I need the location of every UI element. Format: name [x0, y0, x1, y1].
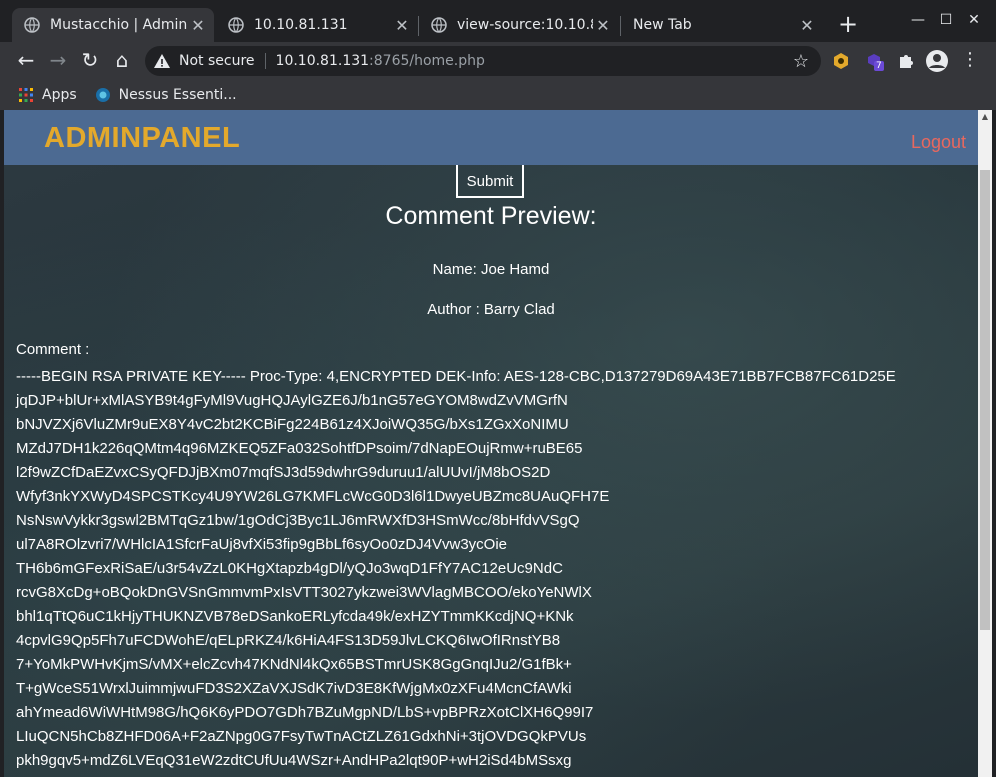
comment-line: rcvG8XcDg+oBQokDnGVSnGmmvmPxIsVTT3027ykz… [16, 584, 592, 601]
window-close-icon[interactable]: ✕ [964, 10, 984, 30]
close-tab-icon[interactable]: ✕ [188, 16, 208, 35]
comment-body: -----BEGIN RSA PRIVATE KEY----- Proc-Typ… [16, 365, 896, 773]
profile-avatar-icon[interactable] [926, 50, 948, 72]
preview-name: Name: Joe Hamd [432, 261, 550, 278]
logout-link[interactable]: Logout [911, 132, 966, 153]
comment-line: NsNswVykkr3gswl2BMTqGz1bw/1gOdCj3Byc1LJ6… [16, 512, 580, 529]
tab-title: Mustacchio | Admin P [50, 17, 188, 33]
nessus-icon [95, 88, 110, 102]
page-viewport: Submit ADMINPANEL Logout Comment Preview… [4, 110, 978, 777]
extension-badge-icon[interactable]: 7 [864, 51, 884, 71]
globe-icon [431, 17, 447, 33]
puzzle-icon[interactable] [896, 51, 916, 71]
menu-kebab-icon[interactable]: ⋮ [958, 49, 982, 73]
bookmark-label: Apps [42, 87, 77, 103]
comment-line: -----BEGIN RSA PRIVATE KEY----- Proc-Typ… [16, 368, 896, 385]
comment-line: bNJVZXj6VluZMr9uEX8Y4vC2bt2KCBiFg224B61z… [16, 416, 569, 433]
tab-view-source[interactable]: view-source:10.10.81 ✕ [419, 8, 619, 42]
apps-grid-icon [19, 88, 33, 102]
tab-admin-panel[interactable]: Mustacchio | Admin P ✕ [12, 8, 214, 42]
tab-bar: Mustacchio | Admin P ✕ 10.10.81.131 ✕ vi… [0, 0, 996, 42]
comment-line: jqDJP+blUr+xMlASYB9t4gFyMl9VugHQJAylGZE6… [16, 392, 568, 409]
close-tab-icon[interactable]: ✕ [392, 16, 412, 35]
reload-icon[interactable]: ↻ [78, 49, 102, 73]
comment-line: pkh9gqv5+mdZ6LVEqQ31eW2zdtCUfUu4WSzr+And… [16, 752, 572, 769]
tab-title: 10.10.81.131 [254, 17, 348, 33]
comment-line: T+gWceS51WrxlJuimmjwuFD3S2XZaVXJSdK7ivD3… [16, 680, 572, 697]
scrollbar-thumb[interactable] [980, 170, 990, 630]
bookmark-label: Nessus Essenti... [118, 87, 237, 103]
scroll-up-arrow-icon[interactable]: ▲ [978, 110, 992, 124]
page-scrollbar[interactable]: ▲ [978, 110, 992, 777]
warning-icon[interactable] [153, 52, 171, 70]
minimize-icon[interactable]: — [908, 10, 928, 30]
bookmark-nessus[interactable]: Nessus Essenti... [95, 87, 237, 103]
tab-title: view-source:10.10.81 [457, 17, 593, 33]
comment-line: TH6b6mGFexRiSaE/u3r54vZzL0KHgXtapzb4gDl/… [16, 560, 563, 577]
globe-icon [24, 17, 40, 33]
comment-line: Wfyf3nkYXWyD4SPCSTKcy4U9YW26LG7KMFLcWcG0… [16, 488, 610, 505]
comment-preview-heading: Comment Preview: [385, 202, 597, 230]
comment-line: LIuQCN5hCb8ZHFD06A+F2aZNpg0G7FsyTwTnACtZ… [16, 728, 587, 745]
comment-line: ul7A8ROlzvri7/WHlcIA1SfcrFaUj8vfXi53fip9… [16, 536, 508, 553]
tab-title: New Tab [633, 17, 692, 33]
tab-ip[interactable]: 10.10.81.131 ✕ [216, 8, 418, 42]
extension-hexagon-icon[interactable] [831, 51, 851, 71]
bookmark-star-icon[interactable]: ☆ [793, 51, 809, 72]
admin-navbar: ADMINPANEL Logout [4, 110, 978, 165]
bookmark-apps[interactable]: Apps [18, 87, 77, 103]
url-host: 10.10.81.131 [275, 53, 370, 69]
window-edge [992, 110, 996, 777]
forward-arrow-icon[interactable]: → [46, 49, 70, 73]
close-tab-icon[interactable]: ✕ [797, 16, 817, 35]
browser-toolbar: ← → ↻ ⌂ Not secure 10.10.81.131 :8765/ho… [0, 42, 996, 80]
home-icon[interactable]: ⌂ [110, 49, 134, 73]
comment-line: MZdJ7DH1k226qQMtm4q96MZKEQ5ZFa032SohtfDP… [16, 440, 583, 457]
comment-line: bhl1qTtQ6uC1kHjyTHUKNZVB78eDSankoERLyfcd… [16, 608, 574, 625]
submit-button[interactable]: Submit [456, 160, 524, 198]
bookmarks-bar: Apps Nessus Essenti... [0, 80, 996, 110]
security-status[interactable]: Not secure [179, 53, 255, 69]
preview-author: Author : Barry Clad [427, 301, 555, 318]
extension-badge-count: 7 [874, 61, 884, 71]
address-bar[interactable]: Not secure 10.10.81.131 :8765/home.php ☆ [145, 46, 821, 76]
close-tab-icon[interactable]: ✕ [593, 16, 613, 35]
tab-new-tab[interactable]: New Tab ✕ [621, 8, 823, 42]
comment-line: 7+YoMkPWHvKjmS/vMX+elcZcvh47KNdNl4kQx65B… [16, 656, 572, 673]
globe-icon [228, 17, 244, 33]
new-tab-button[interactable]: + [836, 12, 860, 38]
comment-line: ahYmead6WiWHtM98G/hQ6K6yPDO7GDh7BZuMgpND… [16, 704, 594, 721]
comment-line: l2f9wZCfDaEZvxCSyQFDJjBXm07mqfSJ3d59dwhr… [16, 464, 551, 481]
comment-label: Comment : [16, 341, 90, 358]
brand-title[interactable]: ADMINPANEL [44, 122, 240, 155]
url-path: :8765/home.php [369, 53, 485, 69]
comment-line: 4cpvlG9Qp5Fh7uFCDWohE/qELpRKZ4/k6HiA4FS1… [16, 632, 561, 649]
address-divider [264, 53, 266, 69]
maximize-icon[interactable]: ☐ [936, 10, 956, 30]
back-arrow-icon[interactable]: ← [14, 49, 38, 73]
